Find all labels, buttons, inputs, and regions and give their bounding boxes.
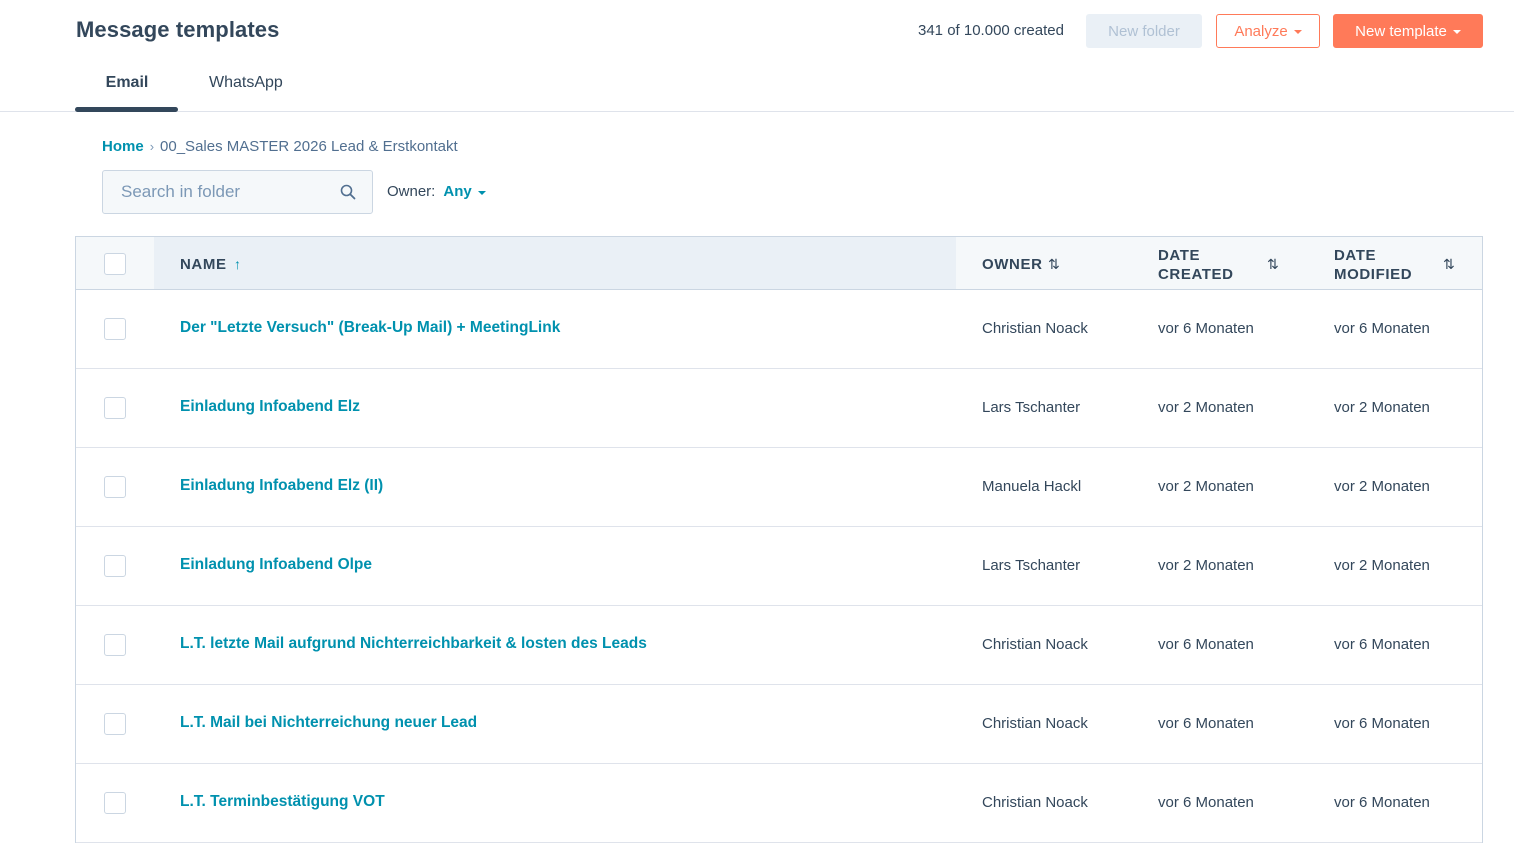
- column-date-modified-label-1: DATE: [1334, 247, 1377, 264]
- template-name-link[interactable]: L.T. Terminbestätigung VOT: [180, 793, 385, 811]
- template-name-link[interactable]: L.T. letzte Mail aufgrund Nichterreichba…: [180, 635, 647, 653]
- column-header-owner[interactable]: OWNER: [982, 255, 1043, 274]
- owner-cell: Christian Noack: [982, 636, 1088, 653]
- template-counter: 341 of 10.000 created: [918, 22, 1064, 39]
- date-created-cell: vor 6 Monaten: [1158, 320, 1254, 337]
- date-modified-cell: vor 6 Monaten: [1334, 794, 1430, 811]
- column-date-created-label-1: DATE: [1158, 247, 1201, 264]
- caret-down-icon: [477, 190, 486, 195]
- tab-whatsapp[interactable]: WhatsApp: [209, 74, 283, 92]
- owner-cell: Christian Noack: [982, 715, 1088, 732]
- table-row: Einladung Infoabend Elz Lars Tschanter v…: [76, 369, 1482, 448]
- column-header-date-created[interactable]: DATE CREATED: [1158, 246, 1234, 284]
- table-row: L.T. Terminbestätigung VOT Christian Noa…: [76, 764, 1482, 843]
- owner-cell: Lars Tschanter: [982, 557, 1081, 574]
- select-all-checkbox[interactable]: [104, 253, 126, 275]
- search-box: [102, 170, 373, 214]
- breadcrumb-current-folder: 00_Sales MASTER 2026 Lead & Erstkontakt: [160, 138, 458, 155]
- owner-cell: Christian Noack: [982, 320, 1088, 337]
- new-folder-button[interactable]: New folder: [1086, 14, 1202, 48]
- sort-ascending-icon[interactable]: ↑: [234, 256, 241, 272]
- templates-table: NAME ↑ OWNER ⇅ DATE CREATED ⇅ DATE MODIF…: [75, 236, 1483, 843]
- date-modified-cell: vor 6 Monaten: [1334, 636, 1430, 653]
- template-name-link[interactable]: Einladung Infoabend Elz (II): [180, 477, 383, 495]
- date-created-cell: vor 2 Monaten: [1158, 399, 1254, 416]
- new-template-label: New template: [1355, 22, 1447, 40]
- caret-down-icon: [1293, 30, 1302, 34]
- sort-icon[interactable]: ⇅: [1267, 256, 1279, 273]
- sort-icon[interactable]: ⇅: [1443, 256, 1455, 273]
- row-checkbox[interactable]: [104, 318, 126, 340]
- table-row: Der "Letzte Versuch" (Break-Up Mail) + M…: [76, 290, 1482, 369]
- row-checkbox[interactable]: [104, 555, 126, 577]
- date-modified-cell: vor 6 Monaten: [1334, 715, 1430, 732]
- table-header: NAME ↑ OWNER ⇅ DATE CREATED ⇅ DATE MODIF…: [76, 237, 1482, 290]
- breadcrumb: Home › 00_Sales MASTER 2026 Lead & Erstk…: [102, 138, 458, 155]
- row-checkbox[interactable]: [104, 476, 126, 498]
- sort-icon[interactable]: ⇅: [1048, 256, 1060, 273]
- breadcrumb-home-link[interactable]: Home: [102, 138, 144, 155]
- page-title: Message templates: [76, 17, 280, 42]
- template-name-link[interactable]: Der "Letzte Versuch" (Break-Up Mail) + M…: [180, 319, 560, 337]
- owner-filter: Owner: Any: [387, 183, 486, 200]
- row-checkbox[interactable]: [104, 792, 126, 814]
- date-modified-cell: vor 6 Monaten: [1334, 320, 1430, 337]
- date-created-cell: vor 6 Monaten: [1158, 794, 1254, 811]
- column-date-modified-label-2: MODIFIED: [1334, 266, 1413, 283]
- owner-cell: Christian Noack: [982, 794, 1088, 811]
- template-name-link[interactable]: Einladung Infoabend Olpe: [180, 556, 372, 574]
- row-checkbox[interactable]: [104, 634, 126, 656]
- search-icon[interactable]: [340, 184, 356, 200]
- date-modified-cell: vor 2 Monaten: [1334, 399, 1430, 416]
- owner-cell: Lars Tschanter: [982, 399, 1081, 416]
- analyze-label: Analyze: [1234, 22, 1288, 40]
- date-created-cell: vor 6 Monaten: [1158, 636, 1254, 653]
- analyze-button[interactable]: Analyze: [1216, 14, 1320, 48]
- row-checkbox[interactable]: [104, 713, 126, 735]
- chevron-right-icon: ›: [149, 139, 155, 154]
- date-created-cell: vor 2 Monaten: [1158, 478, 1254, 495]
- new-folder-label: New folder: [1108, 22, 1180, 40]
- active-tab-indicator: [75, 107, 178, 112]
- tab-email[interactable]: Email: [76, 74, 178, 92]
- column-header-name[interactable]: NAME: [180, 255, 227, 274]
- date-modified-cell: vor 2 Monaten: [1334, 557, 1430, 574]
- row-checkbox[interactable]: [104, 397, 126, 419]
- template-name-link[interactable]: Einladung Infoabend Elz: [180, 398, 360, 416]
- table-row: Einladung Infoabend Elz (II) Manuela Hac…: [76, 448, 1482, 527]
- new-template-button[interactable]: New template: [1333, 14, 1483, 48]
- owner-filter-value: Any: [443, 183, 472, 200]
- template-name-link[interactable]: L.T. Mail bei Nichterreichung neuer Lead: [180, 714, 477, 732]
- owner-cell: Manuela Hackl: [982, 478, 1082, 495]
- column-date-created-label-2: CREATED: [1158, 266, 1234, 283]
- date-created-cell: vor 2 Monaten: [1158, 557, 1254, 574]
- sorted-column-highlight: [154, 237, 956, 289]
- column-header-date-modified[interactable]: DATE MODIFIED: [1334, 246, 1412, 284]
- date-created-cell: vor 6 Monaten: [1158, 715, 1254, 732]
- table-row: L.T. Mail bei Nichterreichung neuer Lead…: [76, 685, 1482, 764]
- page-header: Message templates 341 of 10.000 created …: [0, 0, 1514, 112]
- table-row: L.T. letzte Mail aufgrund Nichterreichba…: [76, 606, 1482, 685]
- owner-filter-label: Owner:: [387, 183, 436, 200]
- table-row: Einladung Infoabend Olpe Lars Tschanter …: [76, 527, 1482, 606]
- column-owner-label: OWNER: [982, 256, 1043, 273]
- caret-down-icon: [1452, 30, 1461, 34]
- column-name-label: NAME: [180, 256, 227, 273]
- owner-filter-dropdown[interactable]: Any: [443, 183, 486, 200]
- search-input[interactable]: [103, 171, 333, 213]
- date-modified-cell: vor 2 Monaten: [1334, 478, 1430, 495]
